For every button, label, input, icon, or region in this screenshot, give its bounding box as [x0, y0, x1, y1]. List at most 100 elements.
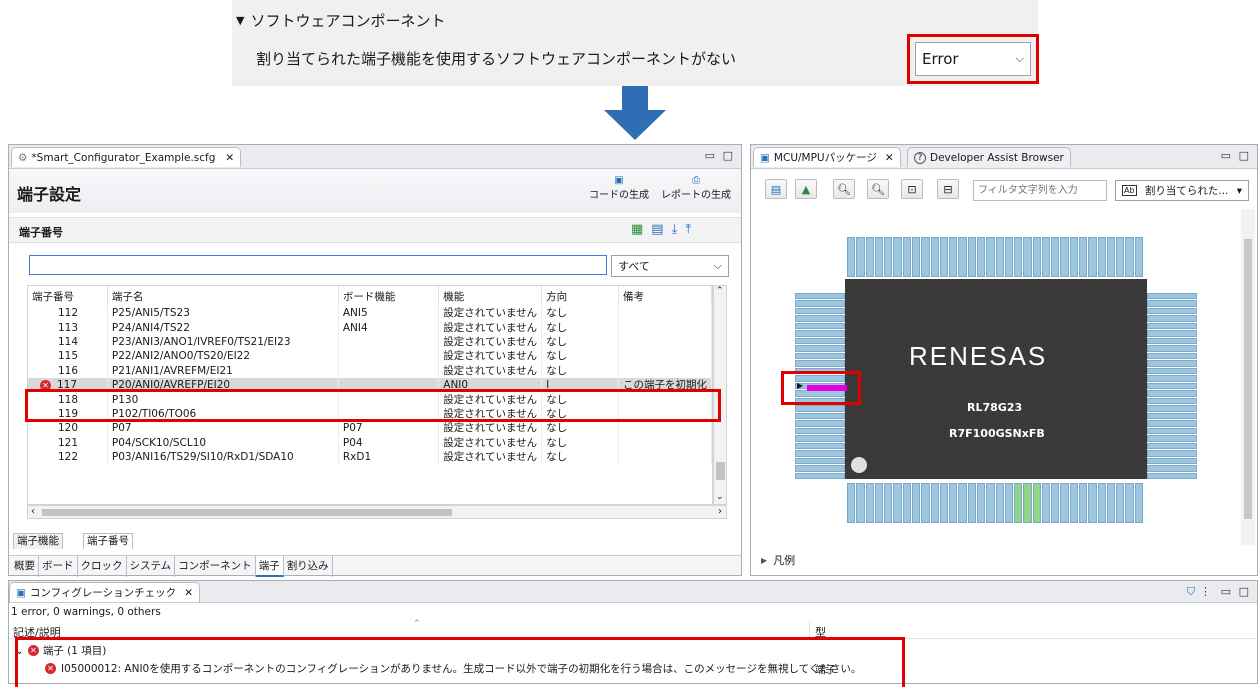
package-pin[interactable] — [986, 483, 995, 523]
editor-tab[interactable]: コンポーネント — [175, 556, 256, 577]
package-pin[interactable] — [967, 483, 976, 523]
package-pin[interactable] — [1116, 237, 1125, 277]
package-pin[interactable] — [995, 483, 1004, 523]
package-pin[interactable] — [1147, 345, 1197, 352]
package-pin[interactable] — [1116, 483, 1125, 523]
package-pin[interactable] — [874, 483, 884, 523]
package-pin[interactable] — [893, 483, 902, 523]
package-pin[interactable] — [795, 420, 845, 427]
package-pin[interactable] — [1125, 483, 1134, 523]
package-pin[interactable] — [911, 237, 921, 277]
package-pin[interactable] — [1041, 483, 1051, 523]
package-pin[interactable] — [1134, 237, 1143, 277]
package-pin[interactable] — [1147, 322, 1197, 330]
maximize-icon[interactable]: □ — [1239, 585, 1249, 598]
editor-tab[interactable]: クロック — [78, 556, 127, 577]
package-pin[interactable] — [795, 405, 845, 412]
package-pin[interactable] — [847, 237, 856, 277]
fit-width-icon[interactable]: ⊟ — [937, 179, 959, 199]
package-pin[interactable] — [902, 483, 911, 523]
package-scrollbar[interactable] — [1241, 209, 1255, 545]
editor-tab[interactable]: システム — [127, 556, 176, 577]
table-row[interactable]: 115 P22/ANI2/ANO0/TS20/EI22 設定されていません なし — [28, 349, 712, 364]
package-pin[interactable] — [874, 237, 884, 277]
package-pin[interactable] — [1088, 483, 1097, 523]
package-pin[interactable] — [1060, 237, 1069, 277]
grid-icon[interactable]: ▦ — [631, 222, 643, 237]
package-pin[interactable] — [795, 315, 845, 322]
package-pin[interactable] — [949, 483, 958, 523]
hscroll-thumb[interactable] — [42, 509, 452, 516]
package-pin[interactable] — [795, 427, 845, 435]
import-icon[interactable]: ⤓ — [672, 222, 678, 237]
generate-code-button[interactable]: ▣ コードの生成 — [589, 175, 649, 201]
package-pin[interactable] — [865, 237, 874, 277]
col-header[interactable]: 機能 — [438, 286, 543, 306]
package-pin[interactable] — [930, 237, 939, 277]
editor-tab[interactable]: ボード — [39, 556, 78, 577]
package-pin[interactable] — [865, 483, 874, 523]
legend-toggle[interactable]: ▶ 凡例 — [761, 552, 795, 568]
table-row[interactable]: 112 P25/ANI5/TS23 ANI5 設定されていません なし — [28, 306, 712, 321]
package-pin[interactable] — [884, 237, 893, 277]
package-pin[interactable] — [911, 483, 921, 523]
scroll-thumb[interactable] — [716, 462, 725, 480]
col-header[interactable]: 端子番号 — [28, 286, 108, 306]
col-header[interactable]: 端子名 — [107, 286, 339, 306]
package-pin[interactable] — [1147, 382, 1197, 390]
package-pin[interactable] — [958, 483, 967, 523]
package-pin[interactable] — [1079, 483, 1088, 523]
package-pin[interactable] — [1014, 237, 1023, 277]
package-pin[interactable] — [1147, 375, 1197, 382]
maximize-icon[interactable]: □ — [1239, 149, 1249, 162]
minimize-icon[interactable]: ▭ — [1221, 585, 1231, 598]
package-pin[interactable] — [1147, 420, 1197, 427]
tab-scfg-editor[interactable]: ⚙ *Smart_Configurator_Example.scfg ✕ — [11, 147, 242, 167]
close-icon[interactable]: ✕ — [184, 587, 193, 599]
filter-select[interactable]: すべて ⌵ — [611, 255, 729, 277]
package-pin[interactable] — [795, 337, 845, 345]
view-menu-icon[interactable]: ⋮ — [1200, 585, 1211, 598]
editor-tab[interactable]: 割り込み — [284, 556, 333, 577]
package-pin[interactable] — [949, 237, 958, 277]
package-pin[interactable] — [795, 435, 845, 442]
scroll-down-arrow[interactable]: ⌄ — [716, 492, 724, 502]
package-pin[interactable] — [1032, 483, 1041, 523]
package-pin[interactable] — [795, 293, 845, 300]
package-pin[interactable] — [1004, 237, 1014, 277]
package-pin[interactable] — [1097, 237, 1106, 277]
scroll-thumb[interactable] — [1244, 239, 1252, 519]
package-pin[interactable] — [1023, 237, 1032, 277]
maximize-icon[interactable]: □ — [723, 149, 733, 162]
zoom-in-icon[interactable]: 🔍︎ — [867, 179, 889, 199]
scroll-up-arrow[interactable]: ⌃ — [716, 286, 724, 296]
package-pin[interactable] — [995, 237, 1004, 277]
package-pin[interactable] — [1069, 237, 1079, 277]
package-pin[interactable] — [1041, 237, 1051, 277]
package-pin[interactable] — [1032, 237, 1041, 277]
package-pin[interactable] — [856, 483, 865, 523]
save-view-button[interactable]: ▤ — [765, 179, 787, 199]
package-pin[interactable] — [902, 237, 911, 277]
package-pin[interactable] — [1147, 367, 1197, 375]
package-pin[interactable] — [976, 483, 986, 523]
package-pin[interactable] — [958, 237, 967, 277]
package-pin[interactable] — [986, 237, 995, 277]
tab-mcu-package[interactable]: ▣ MCU/MPUパッケージ ✕ — [753, 147, 901, 167]
table-row[interactable]: 113 P24/ANI4/TS22 ANI4 設定されていません なし — [28, 320, 712, 335]
package-pin[interactable] — [795, 352, 845, 360]
package-pin[interactable] — [1106, 237, 1116, 277]
package-pin[interactable] — [1097, 483, 1106, 523]
package-pin[interactable] — [893, 237, 902, 277]
section-header[interactable]: ▼ ソフトウェアコンポーネント — [236, 10, 445, 31]
package-pin[interactable] — [1051, 237, 1060, 277]
editor-tab[interactable]: 端子 — [255, 556, 284, 577]
table-row[interactable]: 120 P07 P07 設定されていません なし — [28, 421, 712, 436]
package-pin[interactable] — [1147, 307, 1197, 315]
package-pin[interactable] — [795, 472, 845, 480]
package-pin[interactable] — [795, 360, 845, 367]
package-pin[interactable] — [1147, 450, 1197, 457]
package-pin[interactable] — [939, 237, 949, 277]
view-tab-pin-number[interactable]: 端子番号 — [83, 533, 133, 549]
package-pin[interactable] — [967, 237, 976, 277]
